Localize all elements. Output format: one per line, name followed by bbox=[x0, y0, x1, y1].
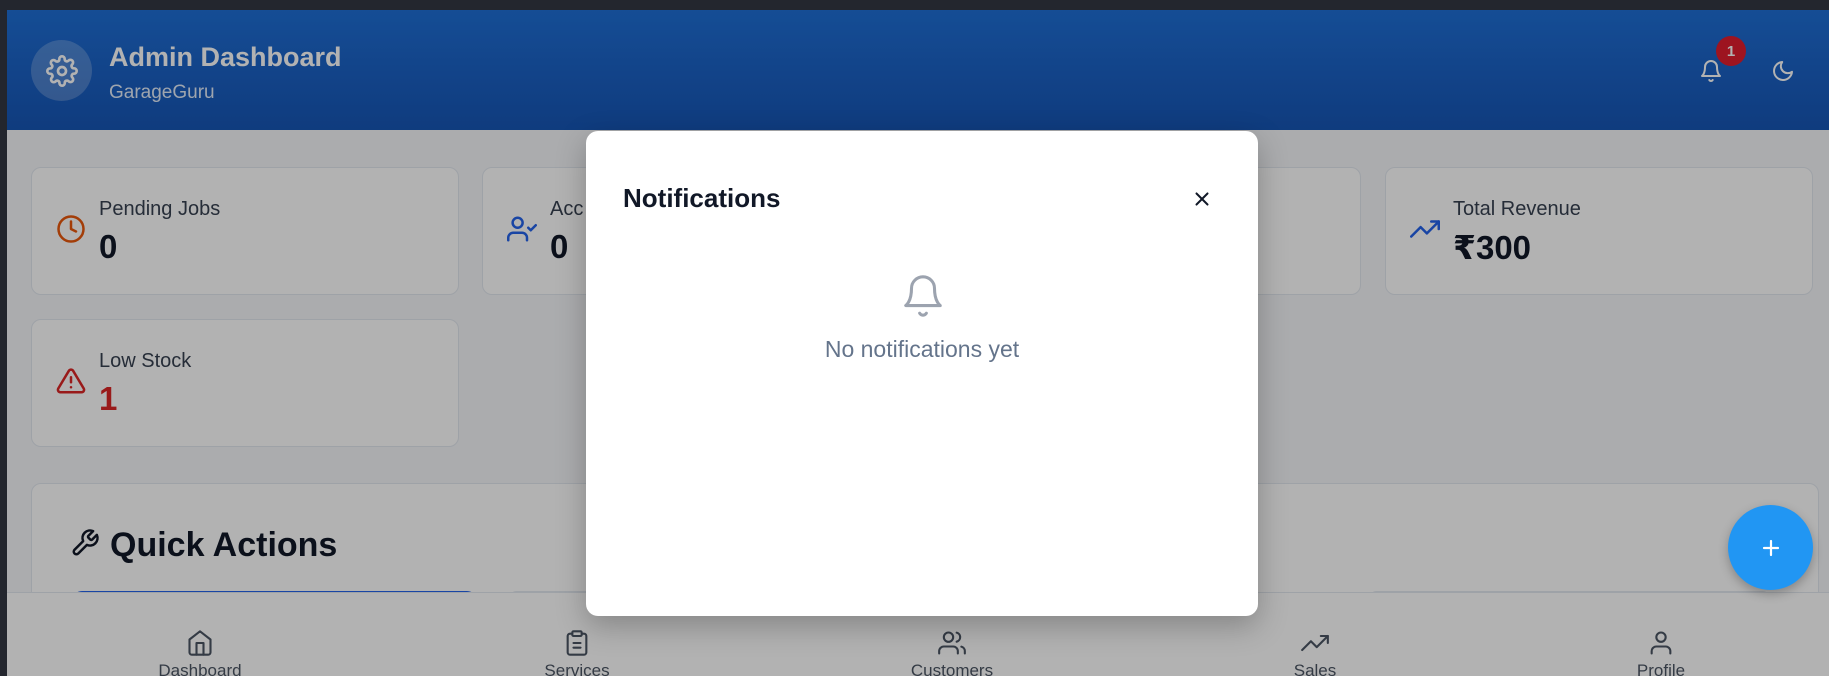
window-left-strip bbox=[0, 0, 7, 676]
app-root: Admin Dashboard GarageGuru 1 Pending Job… bbox=[7, 10, 1829, 676]
notifications-modal: Notifications No notifications yet bbox=[586, 131, 1258, 616]
plus-icon bbox=[1762, 539, 1779, 556]
modal-title: Notifications bbox=[623, 183, 781, 213]
bell-icon bbox=[904, 275, 942, 317]
close-button[interactable] bbox=[1184, 181, 1220, 217]
empty-state-text: No notifications yet bbox=[824, 336, 1020, 362]
window-top-strip bbox=[0, 0, 1829, 10]
add-fab-button[interactable] bbox=[1728, 505, 1813, 590]
close-icon bbox=[1195, 192, 1209, 206]
